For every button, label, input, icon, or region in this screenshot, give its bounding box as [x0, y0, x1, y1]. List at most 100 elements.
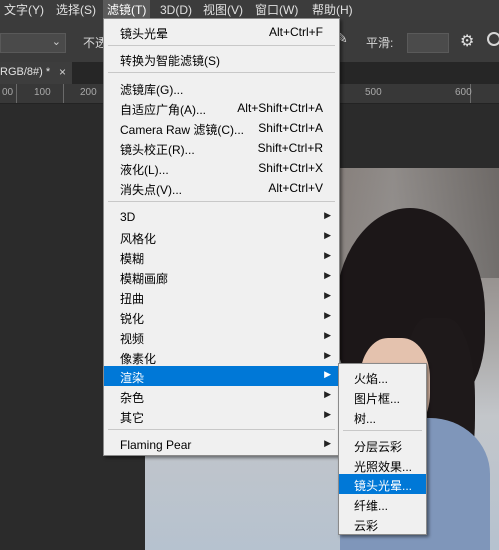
submenu-item-picture-frame[interactable]: 图片框...: [339, 387, 426, 407]
menu-item-shortcut: Shift+Ctrl+A: [258, 121, 323, 135]
submenu-item-tree[interactable]: 树...: [339, 407, 426, 427]
menu-item-other[interactable]: 其它 ▶: [104, 406, 339, 426]
menu-item-label: 扭曲: [120, 292, 145, 306]
ruler-tick-line: [16, 84, 17, 103]
menu-item-shortcut: Shift+Ctrl+R: [257, 141, 323, 155]
menu-view[interactable]: 视图(V): [203, 0, 243, 20]
submenu-arrow-icon: ▶: [324, 250, 331, 260]
menu-item-shortcut: Alt+Ctrl+F: [268, 25, 323, 39]
menu-bar: 文字(Y) 选择(S) 滤镜(T) 3D(D) 视图(V) 窗口(W) 帮助(H…: [0, 0, 499, 20]
menu-item-shortcut: Shift+Ctrl+X: [258, 161, 323, 175]
submenu-item-flame[interactable]: 火焰...: [339, 367, 426, 387]
submenu-arrow-icon: ▶: [324, 409, 331, 419]
submenu-arrow-icon: ▶: [324, 369, 331, 379]
submenu-arrow-icon: ▶: [324, 350, 331, 360]
submenu-item-lens-flare[interactable]: 镜头光晕...: [339, 474, 426, 494]
render-submenu: 火焰... 图片框... 树... 分层云彩 光照效果... 镜头光晕... 纤…: [338, 363, 427, 535]
menu-separator: [343, 430, 422, 431]
brush-preset-dropdown[interactable]: ⌄: [0, 33, 66, 53]
menu-item-label: 转换为智能滤镜(S): [120, 54, 220, 68]
menu-item-label: 渲染: [120, 371, 145, 385]
menu-type[interactable]: 文字(Y): [4, 0, 44, 20]
menu-item-label: 自适应广角(A)...: [120, 103, 206, 117]
menu-item-label: 像素化: [120, 352, 157, 366]
menu-item-label: 云彩: [354, 519, 379, 533]
menu-item-label: 3D: [120, 210, 136, 224]
menu-item-label: 锐化: [120, 312, 145, 326]
menu-item-label: 消失点(V)...: [120, 183, 182, 197]
menu-item-label: Flaming Pear: [120, 438, 192, 452]
submenu-item-lighting-effects[interactable]: 光照效果...: [339, 455, 426, 475]
menu-separator: [108, 72, 335, 73]
menu-item-pixelate[interactable]: 像素化 ▶: [104, 347, 339, 367]
submenu-arrow-icon: ▶: [324, 290, 331, 300]
menu-item-vanishing-point[interactable]: 消失点(V)... Alt+Ctrl+V: [104, 178, 339, 198]
symmetry-icon[interactable]: [487, 32, 499, 46]
menu-item-liquify[interactable]: 液化(L)... Shift+Ctrl+X: [104, 158, 339, 178]
ruler-tick-label: 100: [34, 87, 51, 98]
menu-item-label: 分层云彩: [354, 440, 403, 454]
menu-item-blur-gallery[interactable]: 模糊画廊 ▶: [104, 267, 339, 287]
menu-item-lens-correction[interactable]: 镜头校正(R)... Shift+Ctrl+R: [104, 138, 339, 158]
menu-item-distort[interactable]: 扭曲 ▶: [104, 287, 339, 307]
menu-item-label: 镜头校正(R)...: [120, 143, 195, 157]
menu-window[interactable]: 窗口(W): [255, 0, 298, 20]
menu-item-sharpen[interactable]: 锐化 ▶: [104, 307, 339, 327]
menu-select[interactable]: 选择(S): [56, 0, 96, 20]
menu-item-video[interactable]: 视频 ▶: [104, 327, 339, 347]
menu-item-label: 树...: [354, 412, 377, 426]
ruler-tick-label: 00: [2, 87, 14, 98]
menu-item-label: 火焰...: [354, 372, 389, 386]
submenu-item-clouds[interactable]: 云彩: [339, 514, 426, 534]
menu-item-render[interactable]: 渲染 ▶: [104, 366, 339, 386]
menu-3d[interactable]: 3D(D): [160, 0, 192, 20]
gear-icon[interactable]: ⚙: [460, 31, 474, 51]
document-tab[interactable]: RGB/8#) * ×: [0, 62, 72, 84]
smoothing-input[interactable]: [407, 33, 449, 53]
menu-item-convert-smart-filter[interactable]: 转换为智能滤镜(S): [104, 49, 339, 69]
ruler-tick-label: 500: [365, 87, 382, 98]
close-icon[interactable]: ×: [59, 65, 66, 79]
submenu-arrow-icon: ▶: [324, 330, 331, 340]
menu-item-blur[interactable]: 模糊 ▶: [104, 247, 339, 267]
submenu-arrow-icon: ▶: [324, 230, 331, 240]
submenu-arrow-icon: ▶: [324, 310, 331, 320]
menu-item-last-filter[interactable]: 镜头光晕 Alt+Ctrl+F: [104, 22, 339, 42]
menu-separator: [108, 429, 335, 430]
menu-filter[interactable]: 滤镜(T): [103, 0, 151, 20]
menu-item-label: 镜头光晕...: [354, 479, 413, 493]
menu-help[interactable]: 帮助(H): [312, 0, 353, 20]
menu-item-camera-raw[interactable]: Camera Raw 滤镜(C)... Shift+Ctrl+A: [104, 118, 339, 138]
menu-item-stylize[interactable]: 风格化 ▶: [104, 227, 339, 247]
menu-item-label: 纤维...: [354, 499, 389, 513]
menu-item-adaptive-wide-angle[interactable]: 自适应广角(A)... Alt+Shift+Ctrl+A: [104, 98, 339, 118]
menu-item-label: 滤镜库(G)...: [120, 83, 184, 97]
menu-item-flaming-pear[interactable]: Flaming Pear ▶: [104, 435, 339, 455]
submenu-arrow-icon: ▶: [324, 270, 331, 280]
menu-item-label: 图片框...: [354, 392, 401, 406]
menu-item-shortcut: Alt+Shift+Ctrl+A: [237, 101, 323, 115]
menu-item-label: 杂色: [120, 391, 145, 405]
document-tab-title: RGB/8#) *: [0, 66, 51, 78]
menu-item-3d[interactable]: 3D ▶: [104, 207, 339, 227]
menu-item-label: 其它: [120, 411, 145, 425]
submenu-item-difference-clouds[interactable]: 分层云彩: [339, 435, 426, 455]
menu-item-filter-gallery[interactable]: 滤镜库(G)...: [104, 78, 339, 98]
submenu-item-fibers[interactable]: 纤维...: [339, 494, 426, 514]
chevron-down-icon: ⌄: [51, 36, 61, 48]
filter-menu: 镜头光晕 Alt+Ctrl+F 转换为智能滤镜(S) 滤镜库(G)... 自适应…: [103, 18, 340, 456]
menu-separator: [108, 45, 335, 46]
submenu-arrow-icon: ▶: [324, 210, 331, 220]
menu-item-noise[interactable]: 杂色 ▶: [104, 386, 339, 406]
menu-item-label: 模糊: [120, 252, 145, 266]
menu-item-label: Camera Raw 滤镜(C)...: [120, 123, 245, 137]
ruler-tick-label: 200: [80, 87, 97, 98]
menu-item-shortcut: Alt+Ctrl+V: [268, 181, 323, 195]
smoothing-label: 平滑:: [366, 36, 394, 50]
menu-item-label: 模糊画廊: [120, 272, 169, 286]
menu-item-label: 镜头光晕: [120, 27, 169, 41]
menu-item-label: 视频: [120, 332, 145, 346]
menu-item-label: 液化(L)...: [120, 163, 169, 177]
ruler-tick-label: 600: [455, 87, 472, 98]
menu-item-label: 光照效果...: [354, 460, 413, 474]
